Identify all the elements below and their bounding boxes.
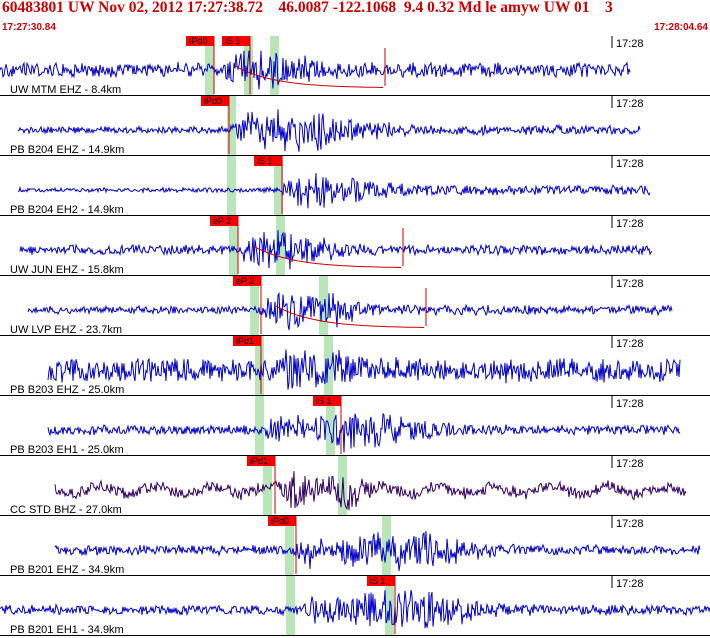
window-end-time: 17:28:04.64 <box>654 22 708 33</box>
waveform-trace[interactable] <box>54 530 701 571</box>
trace-station-label: UW JUN EHZ - 15.8km <box>10 264 124 276</box>
trace-panel[interactable]: iPd1 17:28 CC STD BHZ - 27.0km <box>0 456 710 516</box>
phase-pick-label[interactable]: iS 1 <box>225 36 241 46</box>
phase-pick-label[interactable]: eP 2 <box>236 276 254 286</box>
phase-pick-label[interactable]: eP 2 <box>213 216 231 226</box>
trace-station-label: PB B201 EH1 - 34.9km <box>10 624 124 636</box>
time-tick-label: 17:28 <box>616 218 644 230</box>
trace-station-label: PB B204 EH2 - 14.9km <box>10 204 124 216</box>
trace-panel[interactable]: iPd0 17:28 PB B204 EHZ - 14.9km <box>0 96 710 156</box>
phase-pick-label[interactable]: iPd1 <box>236 336 254 346</box>
seismogram-plot[interactable]: IPd0 iS 1 17:28 UW MTM EHZ - 8.4km iPd0 17:28… <box>0 36 710 638</box>
trace-station-label: UW LVP EHZ - 23.7km <box>10 324 122 336</box>
trace-panel[interactable]: iS 1 17:28 PB B204 EH2 - 14.9km <box>0 156 710 216</box>
time-tick-label: 17:28 <box>616 338 644 350</box>
trace-station-label: CC STD BHZ - 27.0km <box>10 504 122 516</box>
phase-pick-label[interactable]: iS 1 <box>370 576 386 586</box>
trace-station-label: PB B203 EHZ - 25.0km <box>10 384 124 396</box>
time-tick-label: 17:28 <box>616 458 644 470</box>
time-tick-label: 17:28 <box>616 398 644 410</box>
waveform-trace[interactable] <box>47 412 681 453</box>
phase-pick-label[interactable]: iPd0 <box>271 516 289 526</box>
time-tick-label: 17:28 <box>616 518 644 530</box>
waveform-trace[interactable] <box>47 349 681 390</box>
trace-station-label: PB B201 EHZ - 34.9km <box>10 564 124 576</box>
seismogram-panels[interactable]: IPd0 iS 1 17:28 UW MTM EHZ - 8.4km iPd0 17:28… <box>0 36 710 638</box>
phase-pick-label[interactable]: iS 1 <box>316 396 332 406</box>
trace-panel[interactable]: iS 1 17:28 PB B201 EH1 - 34.9km <box>0 576 710 636</box>
trace-panel[interactable]: iPd1 17:28 PB B203 EHZ - 25.0km <box>0 336 710 396</box>
trace-station-label: UW MTM EHZ - 8.4km <box>10 84 121 96</box>
trace-panel[interactable]: eP 2 17:28 UW LVP EHZ - 23.7km <box>0 276 710 336</box>
pick-window-band <box>255 396 264 455</box>
waveform-trace[interactable] <box>54 471 687 511</box>
phase-pick-label[interactable]: IPd0 <box>189 36 208 46</box>
trace-panel[interactable]: eP 2 17:28 UW JUN EHZ - 15.8km <box>0 216 710 276</box>
trace-station-label: PB B204 EHZ - 14.9km <box>10 144 124 156</box>
trace-panel[interactable]: iS 1 17:28 PB B203 EH1 - 25.0km <box>0 396 710 456</box>
time-tick-label: 17:28 <box>616 578 644 590</box>
event-header: 60483801 UW Nov 02, 2012 17:27:38.72 46.… <box>0 0 710 36</box>
event-title: 60483801 UW Nov 02, 2012 17:27:38.72 46.… <box>2 0 613 16</box>
pick-window-band <box>227 156 236 215</box>
trace-panel[interactable]: iPd0 17:28 PB B201 EHZ - 34.9km <box>0 516 710 576</box>
time-tick-label: 17:28 <box>616 98 644 110</box>
time-tick-label: 17:28 <box>616 38 644 50</box>
window-start-time: 17:27:30.84 <box>2 22 56 33</box>
time-tick-label: 17:28 <box>616 158 644 170</box>
trace-panel[interactable]: IPd0 iS 1 17:28 UW MTM EHZ - 8.4km <box>0 36 710 96</box>
waveform-trace[interactable] <box>0 589 710 629</box>
phase-pick-label[interactable]: iS 1 <box>257 156 273 166</box>
time-tick-label: 17:28 <box>616 278 644 290</box>
trace-station-label: PB B203 EH1 - 25.0km <box>10 444 124 456</box>
phase-pick-label[interactable]: iPd0 <box>204 96 222 106</box>
pick-window-band <box>286 576 295 635</box>
phase-pick-label[interactable]: iPd1 <box>250 456 268 466</box>
